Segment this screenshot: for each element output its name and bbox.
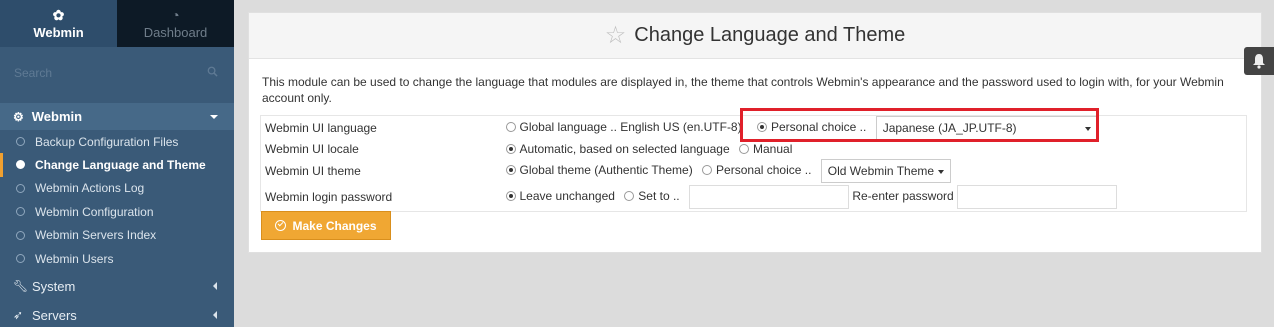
category-servers-label: Servers xyxy=(32,307,77,323)
sidebar: ✿ Webmin ◔ Dashboard ⚙ Webmin Backup Con… xyxy=(0,0,234,327)
bullet-icon xyxy=(16,160,25,170)
global-theme-option-label: Global theme (Authentic Theme) xyxy=(519,163,693,178)
rocket-icon: ➶ xyxy=(13,308,24,322)
webmin-logo-icon: ✿ xyxy=(52,6,65,23)
personal-theme-radio[interactable]: Personal choice .. xyxy=(702,163,811,177)
category-system[interactable]: 🔧︎ System xyxy=(0,272,234,300)
global-language-option-label: Global language .. English US (en.UTF-8) xyxy=(519,120,742,135)
sidebar-search xyxy=(0,47,234,97)
locale-label: Webmin UI locale xyxy=(265,142,359,156)
sidebar-item-label: Webmin Users xyxy=(35,251,114,266)
sidebar-item-label: Backup Configuration Files xyxy=(35,134,179,149)
category-webmin[interactable]: ⚙ Webmin xyxy=(0,103,234,130)
row-theme: Webmin UI theme Global theme (Authentic … xyxy=(261,158,1247,184)
theme-select-value: Old Webmin Theme xyxy=(827,164,935,178)
sidebar-item-backup-configuration-files[interactable]: Backup Configuration Files xyxy=(0,130,234,153)
gear-icon: ⚙ xyxy=(13,109,24,124)
sidebar-item-label: Webmin Configuration xyxy=(35,204,154,219)
sidebar-nav: Backup Configuration Files Change Langua… xyxy=(0,130,234,270)
language-label: Webmin UI language xyxy=(265,121,377,135)
leave-unchanged-option-label: Leave unchanged xyxy=(519,189,615,204)
set-to-radio[interactable]: Set to .. xyxy=(624,189,680,204)
sidebar-item-webmin-actions-log[interactable]: Webmin Actions Log xyxy=(0,177,234,200)
sidebar-item-webmin-servers-index[interactable]: Webmin Servers Index xyxy=(0,224,234,247)
category-webmin-label: Webmin xyxy=(31,109,83,124)
tab-dashboard[interactable]: ◔ Dashboard xyxy=(117,0,234,47)
sidebar-item-label: Change Language and Theme xyxy=(35,158,206,173)
check-circle-icon xyxy=(275,220,287,231)
sidebar-item-webmin-configuration[interactable]: Webmin Configuration xyxy=(0,200,234,223)
bullet-icon xyxy=(16,230,25,240)
chevron-left-icon xyxy=(213,311,217,319)
bell-icon xyxy=(1253,54,1265,69)
reenter-password-label: Re-enter password xyxy=(852,189,954,204)
bullet-icon xyxy=(16,207,25,217)
highlight-box xyxy=(740,108,1099,142)
search-icon[interactable] xyxy=(207,66,218,77)
radio-icon xyxy=(702,165,713,175)
tab-webmin[interactable]: ✿ Webmin xyxy=(0,0,117,47)
password-input[interactable] xyxy=(688,185,849,210)
chevron-down-icon xyxy=(937,170,944,174)
theme-select[interactable]: Old Webmin Theme xyxy=(820,159,951,183)
manual-locale-radio[interactable]: Manual xyxy=(739,142,792,156)
page-title: Change Language and Theme xyxy=(634,24,906,46)
search-input[interactable] xyxy=(14,63,220,83)
personal-theme-option-label: Personal choice .. xyxy=(716,163,812,178)
notifications-bell-icon[interactable] xyxy=(1244,47,1274,75)
locale-options: Automatic, based on selected language Ma… xyxy=(505,140,1247,158)
theme-options: Global theme (Authentic Theme) Personal … xyxy=(505,158,1247,184)
sidebar-item-webmin-users[interactable]: Webmin Users xyxy=(0,247,234,270)
row-locale: Webmin UI locale Automatic, based on sel… xyxy=(261,140,1247,158)
chevron-left-icon xyxy=(213,282,217,290)
sidebar-item-label: Webmin Actions Log xyxy=(35,181,145,196)
bullet-icon xyxy=(16,183,25,193)
tab-webmin-label: Webmin xyxy=(33,24,84,40)
star-icon[interactable]: ☆ xyxy=(605,23,627,48)
make-changes-label: Make Changes xyxy=(292,218,377,233)
sidebar-tabs: ✿ Webmin ◔ Dashboard xyxy=(0,0,234,47)
password-options: Leave unchanged Set to .. Re-enter passw… xyxy=(505,184,1247,211)
chevron-down-icon xyxy=(210,115,218,119)
radio-icon xyxy=(505,165,516,175)
category-system-label: System xyxy=(32,278,76,294)
make-changes-button[interactable]: Make Changes xyxy=(261,211,391,240)
radio-icon xyxy=(739,143,749,154)
wrench-icon: 🔧︎ xyxy=(13,279,29,293)
manual-locale-option-label: Manual xyxy=(753,142,793,156)
row-password: Webmin login password Leave unchanged Se… xyxy=(261,184,1247,211)
bullet-icon xyxy=(16,253,25,263)
radio-icon xyxy=(505,122,516,132)
sidebar-item-change-language-and-theme[interactable]: Change Language and Theme xyxy=(0,153,234,178)
category-servers[interactable]: ➶ Servers xyxy=(0,301,234,327)
theme-label: Webmin UI theme xyxy=(265,164,361,178)
page-description: This module can be used to change the la… xyxy=(262,75,1224,105)
radio-icon xyxy=(505,143,516,154)
tab-dashboard-label: Dashboard xyxy=(143,24,208,40)
reenter-password-input[interactable] xyxy=(957,185,1118,210)
automatic-locale-option-label: Automatic, based on selected language xyxy=(519,142,730,156)
dashboard-gauge-icon: ◔ xyxy=(171,6,180,23)
automatic-locale-radio[interactable]: Automatic, based on selected language xyxy=(505,142,730,156)
bullet-icon xyxy=(16,137,25,146)
leave-unchanged-radio[interactable]: Leave unchanged xyxy=(505,189,615,204)
global-language-radio[interactable]: Global language .. English US (en.UTF-8) xyxy=(505,120,742,135)
password-label: Webmin login password xyxy=(265,190,393,205)
panel-header: ☆ Change Language and Theme xyxy=(249,13,1261,59)
sidebar-item-label: Webmin Servers Index xyxy=(35,228,157,243)
global-theme-radio[interactable]: Global theme (Authentic Theme) xyxy=(505,163,693,178)
set-to-option-label: Set to .. xyxy=(638,189,680,204)
radio-icon xyxy=(624,191,635,202)
radio-icon xyxy=(505,191,516,202)
